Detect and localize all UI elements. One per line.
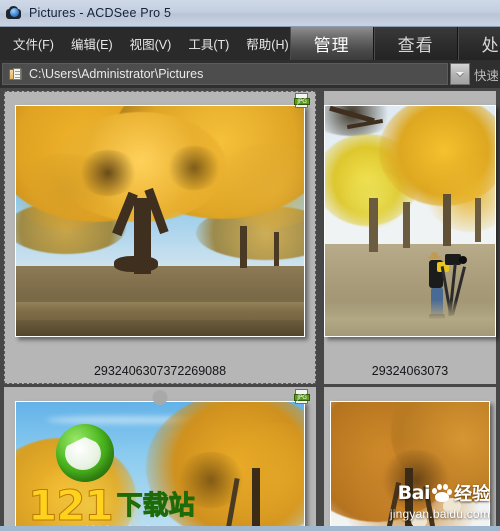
jpg-badge-icon-3: JPG: [294, 389, 310, 404]
menu-bar: 文件(F) 编辑(E) 视图(V) 工具(T) 帮助(H) 管理 查看 处理: [0, 27, 500, 60]
jpg-badge-icon: JPG: [294, 93, 310, 108]
thumbnail-browser[interactable]: JPG 2932406307372269088 29324063073 JPG …: [0, 88, 500, 531]
thumbnail-image-3[interactable]: 121下载站 121download.com: [4, 387, 316, 531]
menu-item-edit[interactable]: 编辑(E): [70, 31, 114, 56]
path-input[interactable]: C:\Users\Administrator\Pictures: [2, 63, 448, 85]
path-dropdown-button[interactable]: [450, 63, 470, 85]
thumbnail-image-2[interactable]: [324, 91, 496, 349]
thumbnail-image-4[interactable]: [324, 387, 496, 531]
thumbnail-cell-3[interactable]: JPG 121 下载站: [0, 384, 320, 531]
bottom-edge-strip: [0, 526, 500, 531]
thumbnail-caption-1: 2932406307372269088: [93, 364, 227, 378]
camera-lens-icon: [6, 5, 23, 21]
address-bar: C:\Users\Administrator\Pictures 快速: [0, 60, 500, 88]
chevron-down-icon: [456, 72, 464, 76]
tab-process[interactable]: 处理: [457, 27, 500, 60]
thumbnail-image-1[interactable]: [4, 91, 316, 349]
path-text: C:\Users\Administrator\Pictures: [29, 67, 204, 81]
menu-item-help[interactable]: 帮助(H): [245, 31, 289, 56]
mode-tabs: 管理 查看 处理: [289, 27, 500, 60]
title-bar: Pictures - ACDSee Pro 5: [0, 0, 500, 27]
thumbnail-grid: JPG 2932406307372269088 29324063073 JPG …: [0, 88, 500, 531]
menu-item-view[interactable]: 视图(V): [129, 31, 173, 56]
thumbnail-cell-4[interactable]: Bai 经验 jingyan.baidu.com: [320, 384, 500, 531]
thumbnail-marker-dot: [152, 390, 168, 405]
menu-item-tools[interactable]: 工具(T): [187, 31, 230, 56]
tab-view[interactable]: 查看: [373, 27, 458, 60]
menu-item-file[interactable]: 文件(F): [12, 31, 55, 56]
tab-manage[interactable]: 管理: [289, 27, 374, 60]
thumbnail-cell-2[interactable]: 29324063073: [320, 88, 500, 384]
menu-items: 文件(F) 编辑(E) 视图(V) 工具(T) 帮助(H): [0, 27, 290, 60]
window-title: Pictures - ACDSee Pro 5: [29, 6, 172, 20]
thumbnail-cell-1[interactable]: JPG 2932406307372269088: [0, 88, 320, 384]
folder-icon: [9, 67, 23, 81]
acdsee-window: Pictures - ACDSee Pro 5 文件(F) 编辑(E) 视图(V…: [0, 0, 500, 531]
quick-search-label[interactable]: 快速: [474, 65, 498, 84]
thumbnail-caption-2: 29324063073: [371, 364, 449, 378]
